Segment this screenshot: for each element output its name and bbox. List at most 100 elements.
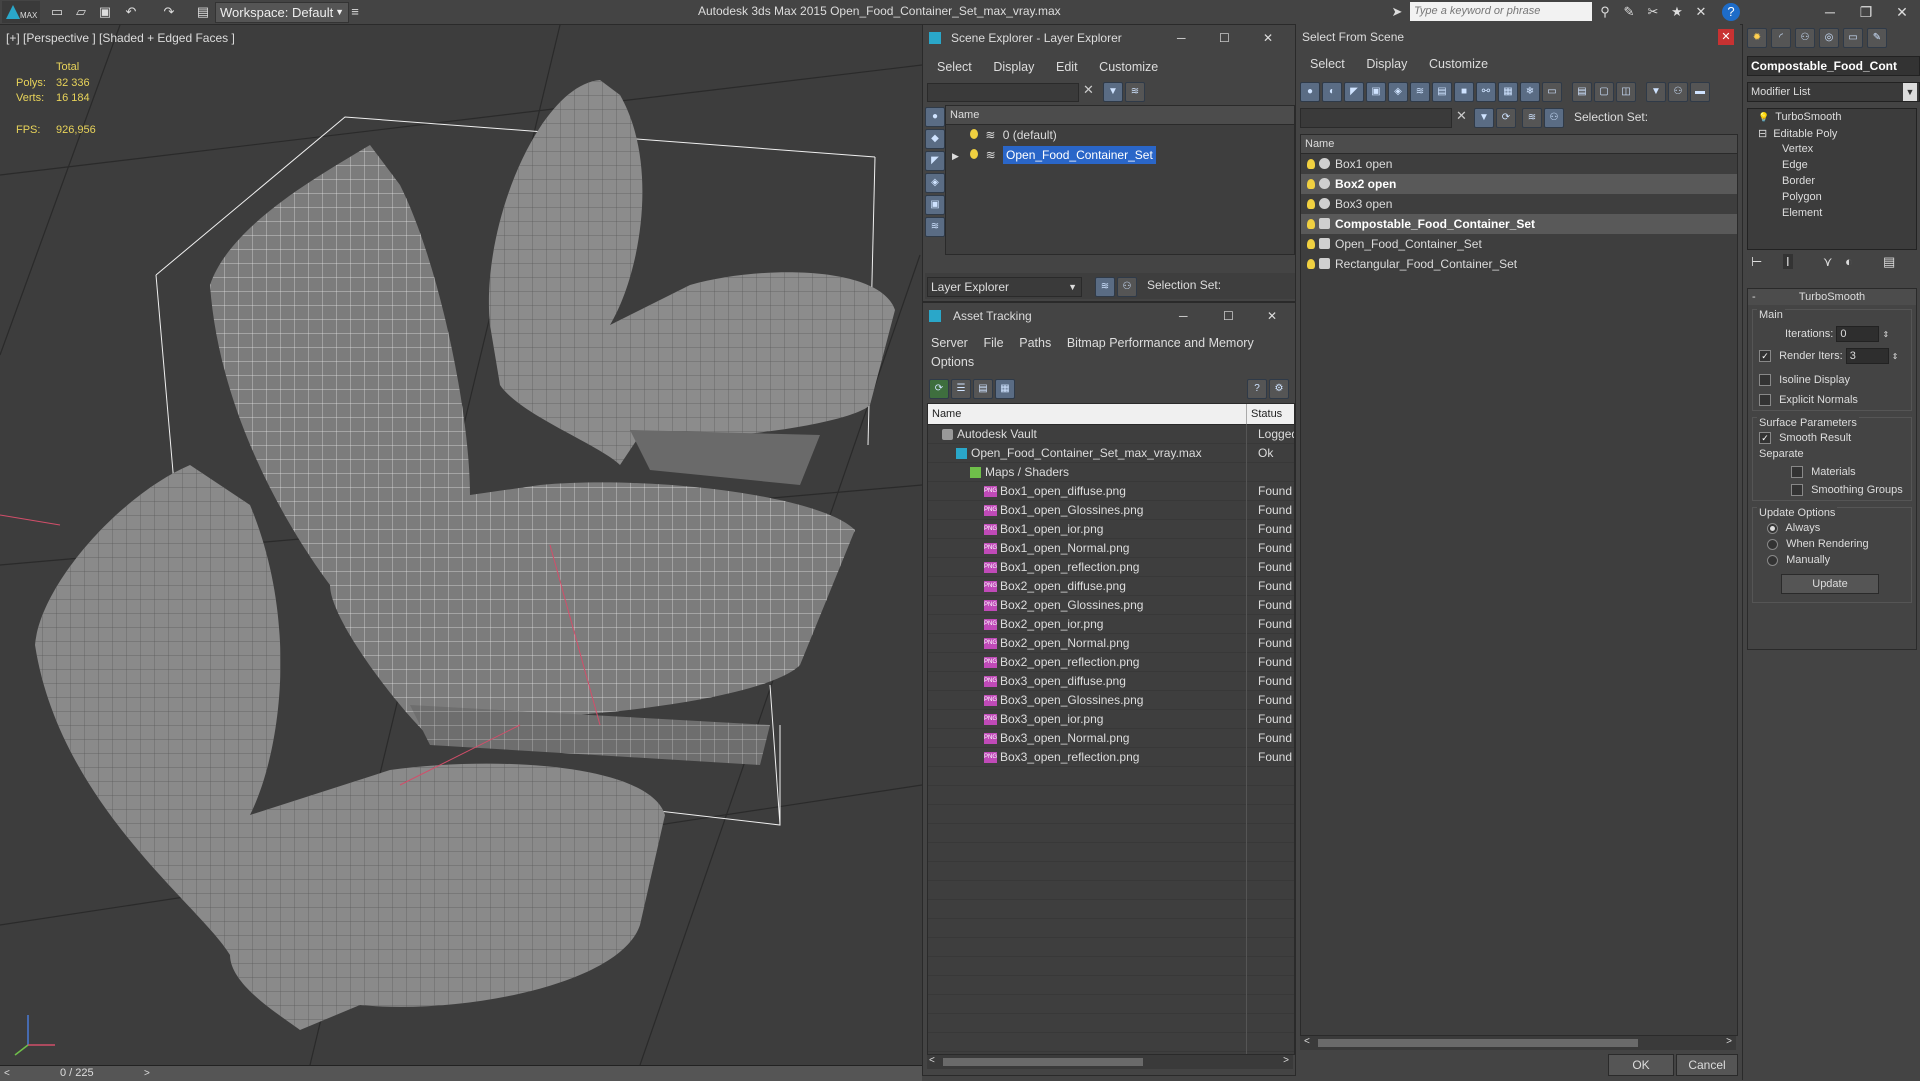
select-from-scene-titlebar[interactable]: Select From Scene ✕	[1296, 24, 1740, 50]
stack-item-edge[interactable]: Edge	[1782, 159, 1808, 171]
scene-search-input[interactable]	[1300, 108, 1452, 128]
when-rendering-radio[interactable]	[1767, 538, 1778, 550]
close-icon[interactable]: ✕	[1267, 303, 1277, 329]
menu-paths[interactable]: Paths	[1019, 336, 1051, 350]
asset-row[interactable]: PNG Box1_open_ior.png Found	[928, 520, 1294, 539]
app-logo[interactable]: MAX	[2, 1, 40, 23]
display-helpers-icon[interactable]: ◈	[1388, 82, 1408, 102]
scene-object-row[interactable]: Box3 open	[1301, 194, 1737, 214]
iterations-spinner[interactable]: 0	[1836, 326, 1880, 342]
make-unique-icon[interactable]: ⋎	[1823, 254, 1833, 270]
select-invert-icon[interactable]: ◫	[1616, 82, 1636, 102]
minimize-icon[interactable]: ─	[1177, 25, 1186, 51]
minimize-icon[interactable]: ─	[1179, 303, 1188, 329]
create-tab-icon[interactable]: ✹	[1747, 28, 1767, 48]
open-file-icon[interactable]: ▱	[72, 3, 90, 21]
object-name-field[interactable]: Compostable_Food_Cont	[1747, 56, 1920, 76]
layer-mode-icon[interactable]: ≋	[1522, 108, 1542, 128]
ok-button[interactable]: OK	[1608, 1054, 1674, 1076]
expand-arrow-icon[interactable]: ▶	[952, 151, 959, 161]
display-tab-icon[interactable]: ▭	[1843, 28, 1863, 48]
display-lights-icon[interactable]: ◤	[1344, 82, 1364, 102]
explicit-normals-checkbox[interactable]	[1759, 394, 1771, 407]
display-containers-icon[interactable]: ▦	[1498, 82, 1518, 102]
display-cameras-icon[interactable]: ▣	[925, 195, 945, 215]
menu-display[interactable]: Display	[1366, 57, 1407, 71]
asset-row[interactable]: PNG Box2_open_Glossines.png Found	[928, 596, 1294, 615]
isoline-checkbox[interactable]	[1759, 374, 1771, 387]
menu-customize[interactable]: Customize	[1429, 57, 1488, 71]
light-bulb-icon[interactable]	[1307, 159, 1315, 169]
filter-funnel-icon[interactable]: ▼	[1646, 82, 1666, 102]
list-view-icon[interactable]: ☰	[951, 379, 971, 399]
asset-row[interactable]: PNG Box3_open_reflection.png Found	[928, 748, 1294, 767]
always-radio[interactable]	[1767, 522, 1778, 534]
asset-row[interactable]: PNG Box2_open_diffuse.png Found	[928, 577, 1294, 596]
stack-item-vertex[interactable]: Vertex	[1782, 143, 1813, 155]
scene-col-name[interactable]: Name	[1301, 135, 1737, 154]
workspace-dropdown[interactable]: Workspace: Default ▼	[215, 2, 349, 23]
spinner-arrows-icon[interactable]: ⇕	[1882, 330, 1889, 339]
display-frozen-icon[interactable]: ❄	[1520, 82, 1540, 102]
chevron-right-icon[interactable]: >	[1283, 1055, 1289, 1066]
layer-col-name[interactable]: Name	[946, 106, 1294, 125]
menu-file[interactable]: File	[983, 336, 1003, 350]
display-cameras-icon[interactable]: ▣	[1366, 82, 1386, 102]
favorites-icon[interactable]: ★	[1668, 3, 1686, 21]
clear-search-icon[interactable]: ✕	[1083, 82, 1094, 98]
hierarchy-icon[interactable]: ⚇	[1544, 108, 1564, 128]
chevron-right-icon[interactable]: >	[1726, 1036, 1732, 1047]
layer-search-input[interactable]	[927, 83, 1079, 102]
scene-object-row[interactable]: Box2 open	[1301, 174, 1737, 194]
cancel-button[interactable]: Cancel	[1676, 1054, 1738, 1076]
menu-options[interactable]: Options	[931, 355, 974, 369]
new-file-icon[interactable]: ▭	[48, 3, 66, 21]
asset-row[interactable]: PNG Box3_open_Normal.png Found	[928, 729, 1294, 748]
chevron-left-icon[interactable]: <	[929, 1055, 935, 1066]
x-icon[interactable]: ✕	[1692, 3, 1710, 21]
display-shapes-icon[interactable]: ◤	[925, 151, 945, 171]
light-bulb-icon[interactable]	[1307, 179, 1315, 189]
layer-row-default[interactable]: ≋ 0 (default)	[946, 125, 1294, 145]
menu-icon[interactable]: ≡	[346, 3, 364, 21]
sync-icon[interactable]: ⟳	[1496, 108, 1516, 128]
menu-edit[interactable]: Edit	[1056, 60, 1078, 74]
asset-col-name[interactable]: Name	[932, 404, 961, 424]
asset-row[interactable]: PNG Box1_open_Normal.png Found	[928, 539, 1294, 558]
hierarchy-tab-icon[interactable]: ⚇	[1795, 28, 1815, 48]
select-none-icon[interactable]: ▢	[1594, 82, 1614, 102]
menu-server[interactable]: Server	[931, 336, 968, 350]
select-all-icon[interactable]: ▤	[1572, 82, 1592, 102]
display-bones-icon[interactable]: ⚯	[1476, 82, 1496, 102]
menu-select[interactable]: Select	[1310, 57, 1345, 71]
scene-object-row[interactable]: Compostable_Food_Container_Set	[1301, 214, 1737, 234]
layer-row-open-food-container-set[interactable]: ▶ ≋ Open_Food_Container_Set	[946, 145, 1294, 165]
light-bulb-icon[interactable]	[970, 149, 979, 159]
redo-icon[interactable]: ↷	[160, 3, 178, 21]
project-folder-icon[interactable]: ▤	[194, 3, 212, 21]
asset-hscrollbar[interactable]: < >	[927, 1055, 1293, 1069]
stack-item-border[interactable]: Border	[1782, 175, 1815, 187]
light-bulb-icon[interactable]	[1307, 259, 1315, 269]
motion-tab-icon[interactable]: ◎	[1819, 28, 1839, 48]
smoothing-groups-checkbox[interactable]	[1791, 484, 1803, 497]
filter-icon[interactable]: ▼	[1103, 82, 1123, 102]
stack-item-element[interactable]: Element	[1782, 207, 1822, 219]
tools-icon[interactable]: ✎	[1620, 3, 1638, 21]
scroll-thumb[interactable]	[943, 1058, 1143, 1066]
stack-item-turbosmooth[interactable]: 💡 TurboSmooth	[1758, 111, 1841, 123]
display-helpers-icon[interactable]: ≋	[925, 217, 945, 237]
light-bulb-icon[interactable]	[970, 129, 978, 139]
options-icon[interactable]: ⚙	[1269, 379, 1289, 399]
asset-row[interactable]: PNG Box2_open_reflection.png Found	[928, 653, 1294, 672]
filter-icon[interactable]: ▼	[1474, 108, 1494, 128]
asset-row[interactable]: PNG Box3_open_Glossines.png Found	[928, 691, 1294, 710]
smooth-result-checkbox[interactable]: ✓	[1759, 432, 1771, 445]
layer-explorer-titlebar[interactable]: Scene Explorer - Layer Explorer ─ ☐ ✕	[923, 25, 1295, 51]
modifier-list-dropdown[interactable]: Modifier List ▼	[1747, 82, 1920, 102]
display-groups-icon[interactable]: ▤	[1432, 82, 1452, 102]
explorer-type-dropdown[interactable]: Layer Explorer ▼	[927, 277, 1082, 297]
maximize-icon[interactable]: ☐	[1223, 303, 1234, 329]
menu-display[interactable]: Display	[993, 60, 1034, 74]
help-icon[interactable]: ?	[1247, 379, 1267, 399]
